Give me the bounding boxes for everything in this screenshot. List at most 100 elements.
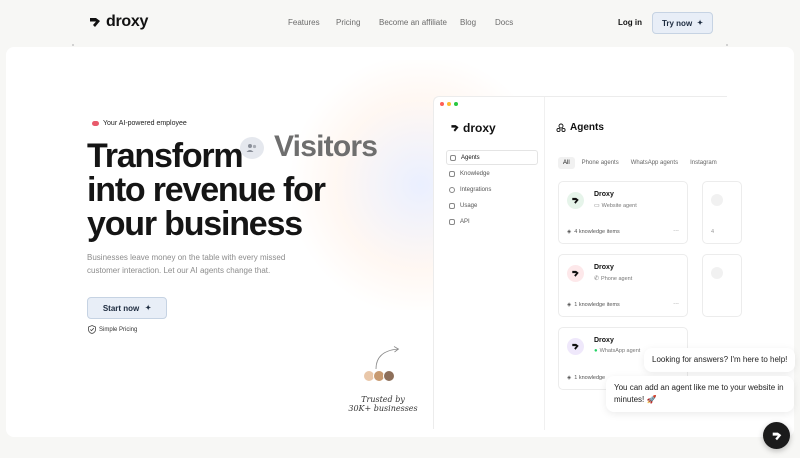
droxy-logo-icon [572,270,579,277]
tab-all[interactable]: All [558,157,575,169]
agent-card[interactable]: Droxy ▭ Website agent ◈ 4 knowledge item… [558,181,688,244]
window-controls [440,102,458,106]
agent-type: ● WhatsApp agent [594,348,640,354]
agent-type-label: Phone agent [601,275,633,282]
droxy-logo-icon [90,18,100,27]
try-now-label: Try now [661,18,693,28]
sidebar-item-api[interactable]: API [446,214,538,229]
droxy-logo-icon [572,197,579,204]
integrations-icon [449,186,455,193]
nav-pricing[interactable]: Pricing [336,18,360,27]
agent-card[interactable]: Droxy ✆ Phone agent ◈ 1 knowledge items … [558,254,688,317]
trusted-line-2: 30K+ businesses [348,404,418,413]
agent-type: ▭ Website agent [594,202,637,210]
dashboard-logo: droxy [450,121,496,135]
sparkle-icon: ✦ [697,20,704,27]
tab-instagram[interactable]: Instagram [685,157,722,169]
sidebar-item-usage[interactable]: Usage [446,198,538,213]
droxy-logo-icon [772,432,781,440]
brand-logo[interactable]: droxy [88,13,148,31]
site-header: droxy Features Pricing Become an affilia… [0,0,800,46]
headline-line-2: into revenue for [87,171,326,209]
phone-icon: ✆ [594,276,600,282]
chat-bubble-greeting: Looking for answers? I'm here to help! [644,348,796,372]
agent-avatar [567,192,584,209]
rotating-word: Visitors [274,130,378,163]
agent-name: Droxy [594,264,614,271]
agents-icon [556,123,566,132]
page: droxy Features Pricing Become an affilia… [0,0,800,458]
agent-type: ✆ Phone agent [594,275,633,283]
curved-arrow-icon [375,346,400,370]
agent-knowledge: ◈ 4 knowledge items [567,229,620,235]
hero-badge-text: Your AI-powered employee [103,119,187,127]
database-icon: ◈ [567,375,572,381]
sidebar-divider [544,97,545,430]
sparkle-icon: ✦ [145,305,152,312]
corner-dot [726,44,728,46]
usage-icon [449,202,455,209]
brand-name: droxy [106,13,149,30]
tab-whatsapp-agents[interactable]: WhatsApp agents [626,157,683,169]
chat-bubble-promo: You can add an agent like me to your web… [606,376,794,412]
sidebar-item-label: Knowledge [460,170,490,177]
nav-features[interactable]: Features [288,18,320,27]
whatsapp-icon: ● [594,348,598,354]
chat-launcher-button[interactable] [763,422,790,449]
trusted-by: Trusted by 30K+ businesses [348,395,418,413]
start-now-label: Start now [102,303,140,313]
agent-card-partial[interactable]: 4 [702,181,742,244]
sidebar-item-knowledge[interactable]: Knowledge [446,166,538,181]
sidebar-item-label: Usage [460,202,478,209]
dashboard-brand: droxy [463,121,496,135]
more-options-button[interactable]: ... [673,226,679,233]
api-key-icon [449,218,455,225]
agent-knowledge-label: 1 knowledge [574,375,606,381]
agent-knowledge: ◈ 1 knowledge [567,375,605,381]
agent-name: Droxy [594,191,614,198]
globe-icon: ▭ [594,203,600,209]
agent-card-partial[interactable] [702,254,742,317]
try-now-button[interactable]: Try now ✦ [652,12,713,34]
agent-tabs: All Phone agents WhatsApp agents Instagr… [558,157,722,169]
hero-description: Businesses leave money on the table with… [87,253,286,275]
brain-icon [92,120,99,126]
hero-badge: Your AI-powered employee [86,116,193,130]
droxy-logo-icon [451,125,459,132]
headline-line-1: Transform [87,137,244,175]
agent-type-label: Website agent [601,202,637,209]
dashboard-title: Agents [556,122,604,133]
customer-avatars [363,370,395,382]
nav-blog[interactable]: Blog [460,18,476,27]
users-glyph [246,144,257,152]
users-icon [240,137,264,159]
start-now-button[interactable]: Start now ✦ [87,297,167,319]
agent-knowledge-label: 4 knowledge items [574,229,620,235]
agent-type-label: WhatsApp agent [599,348,641,354]
simple-pricing-label: Simple Pricing [99,326,138,333]
database-icon: ◈ [567,302,572,308]
simple-pricing[interactable]: Simple Pricing [88,325,137,334]
shield-check-icon [88,325,96,334]
dashboard-title-text: Agents [570,122,604,133]
sidebar-item-agents[interactable]: Agents [446,150,538,165]
nav-docs[interactable]: Docs [495,18,513,27]
avatar [383,370,395,382]
maximize-dot [454,102,458,106]
close-dot [440,102,444,106]
tab-phone-agents[interactable]: Phone agents [577,157,624,169]
agent-name: Droxy [594,337,614,344]
agent-avatar [711,267,723,279]
sidebar-item-label: Agents [461,154,480,161]
minimize-dot [447,102,451,106]
sidebar-item-label: Integrations [460,186,492,193]
nav-affiliate[interactable]: Become an affiliate [379,18,447,27]
agent-avatar [711,194,723,206]
login-link[interactable]: Log in [618,18,642,27]
agents-icon [450,154,456,161]
sidebar-item-integrations[interactable]: Integrations [446,182,538,197]
corner-dot [72,44,74,46]
agent-avatar [567,265,584,282]
agent-knowledge: ◈ 1 knowledge items [567,302,620,308]
more-options-button[interactable]: ... [673,299,679,306]
